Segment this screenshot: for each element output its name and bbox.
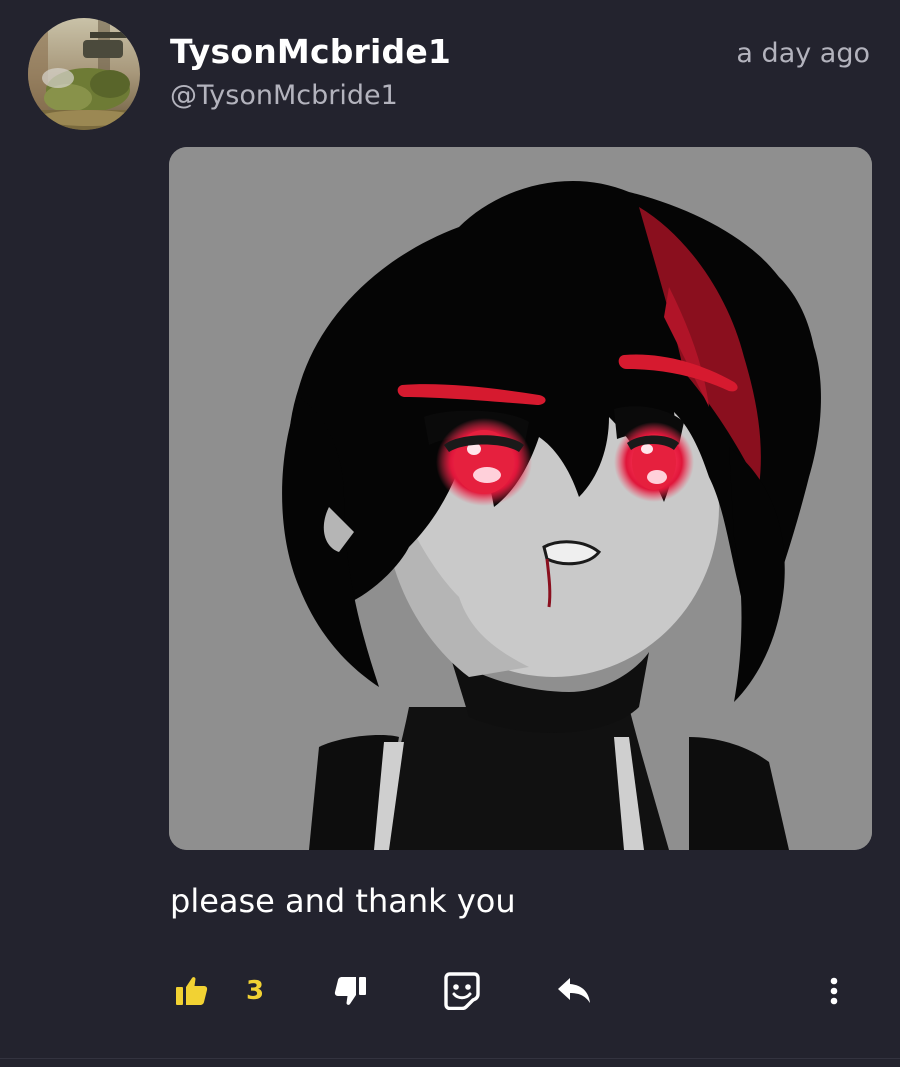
avatar-image <box>28 18 140 130</box>
avatar[interactable] <box>28 18 140 130</box>
sticker-button[interactable] <box>440 968 484 1018</box>
reply-icon <box>556 976 592 1010</box>
more-vertical-icon <box>830 977 838 1009</box>
user-handle[interactable]: @TysonMcbride1 <box>170 80 398 111</box>
dislike-button[interactable] <box>328 968 372 1018</box>
thumbs-up-icon <box>176 976 208 1010</box>
sticker-icon <box>444 972 480 1014</box>
timestamp: a day ago <box>736 38 870 69</box>
more-options-button[interactable] <box>816 968 852 1018</box>
comment-actions: 3 <box>0 968 900 1018</box>
like-count: 3 <box>246 976 265 1006</box>
attached-image[interactable] <box>169 147 872 850</box>
thumbs-down-icon <box>334 976 366 1010</box>
like-button[interactable] <box>170 968 214 1018</box>
character-illustration <box>169 147 872 850</box>
comment-post: TysonMcbride1 @TysonMcbride1 a day ago p… <box>0 0 900 1067</box>
divider <box>0 1058 900 1059</box>
username[interactable]: TysonMcbride1 <box>170 32 451 71</box>
comment-text: please and thank you <box>170 882 516 920</box>
reply-button[interactable] <box>552 968 596 1018</box>
